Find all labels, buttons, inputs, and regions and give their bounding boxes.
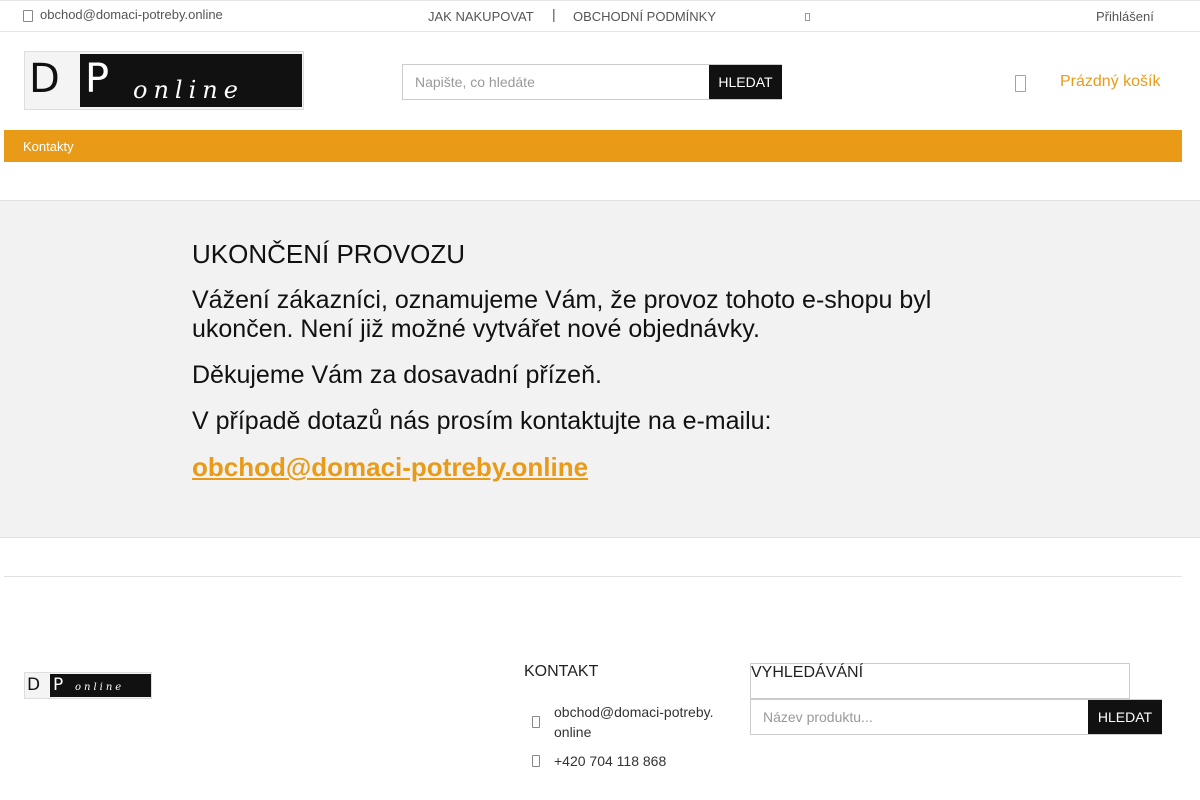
menu-item-contacts[interactable]: Kontakty: [23, 139, 74, 154]
top-email-text: obchod@domaci-potreby.online: [40, 7, 223, 22]
email-link[interactable]: obchod@domaci-potreby.online: [192, 452, 588, 483]
footer-contact-phone[interactable]: +420 704 118 868: [554, 751, 666, 771]
nav-terms[interactable]: OBCHODNÍ PODMÍNKY: [573, 9, 716, 24]
cart-icon[interactable]: [1013, 72, 1027, 92]
footer-logo-letter-p: P: [53, 675, 64, 695]
thanks-text: Děkujeme Vám za dosavadní přízeň.: [192, 361, 602, 389]
login-link[interactable]: Přihlášení: [1096, 9, 1154, 24]
footer-search: HLEDAT: [750, 699, 1162, 735]
nav-how-to-buy[interactable]: JAK NAKUPOVAT: [428, 9, 534, 24]
closure-notice: Vážení zákazníci, oznamujeme Vám, že pro…: [192, 286, 932, 343]
footer-logo[interactable]: D P online: [24, 672, 152, 699]
envelope-icon: [22, 8, 33, 22]
contact-prompt: V případě dotazů nás prosím kontaktujte …: [192, 407, 772, 435]
footer-logo-letter-d: D: [27, 675, 41, 695]
footer-logo-online: online: [75, 682, 125, 693]
logo-letter-p: P: [85, 56, 110, 102]
cart-link[interactable]: Prázdný košík: [1060, 73, 1160, 91]
nav-separator: |: [552, 6, 556, 22]
main-menu: Kontakty: [4, 130, 1182, 162]
phone-icon: [532, 755, 540, 767]
main-content: UKONČENÍ PROVOZU Vážení zákazníci, oznam…: [0, 200, 1200, 538]
search-input[interactable]: [403, 65, 709, 99]
logo-letter-d: D: [29, 56, 68, 102]
site-logo[interactable]: D P online: [24, 51, 304, 110]
footer-contact-heading: KONTAKT: [524, 663, 599, 680]
top-email[interactable]: obchod@domaci-potreby.online: [22, 7, 223, 22]
top-bar: obchod@domaci-potreby.online JAK NAKUPOV…: [0, 0, 1200, 32]
contact-envelope-icon: [532, 716, 540, 728]
page-title: UKONČENÍ PROVOZU: [192, 239, 466, 269]
footer-search-button[interactable]: HLEDAT: [1088, 700, 1162, 734]
footer-divider: [4, 576, 1182, 577]
footer-search-input[interactable]: [751, 700, 1087, 734]
search-button[interactable]: HLEDAT: [709, 65, 782, 99]
logo-online: online: [133, 76, 244, 104]
footer-search-heading: VYHLEDÁVÁNÍ: [750, 663, 1130, 699]
square-icon[interactable]: [805, 13, 810, 21]
footer-contact-email[interactable]: obchod@domaci-potreby.online: [554, 702, 714, 742]
header-search: HLEDAT: [402, 64, 782, 100]
